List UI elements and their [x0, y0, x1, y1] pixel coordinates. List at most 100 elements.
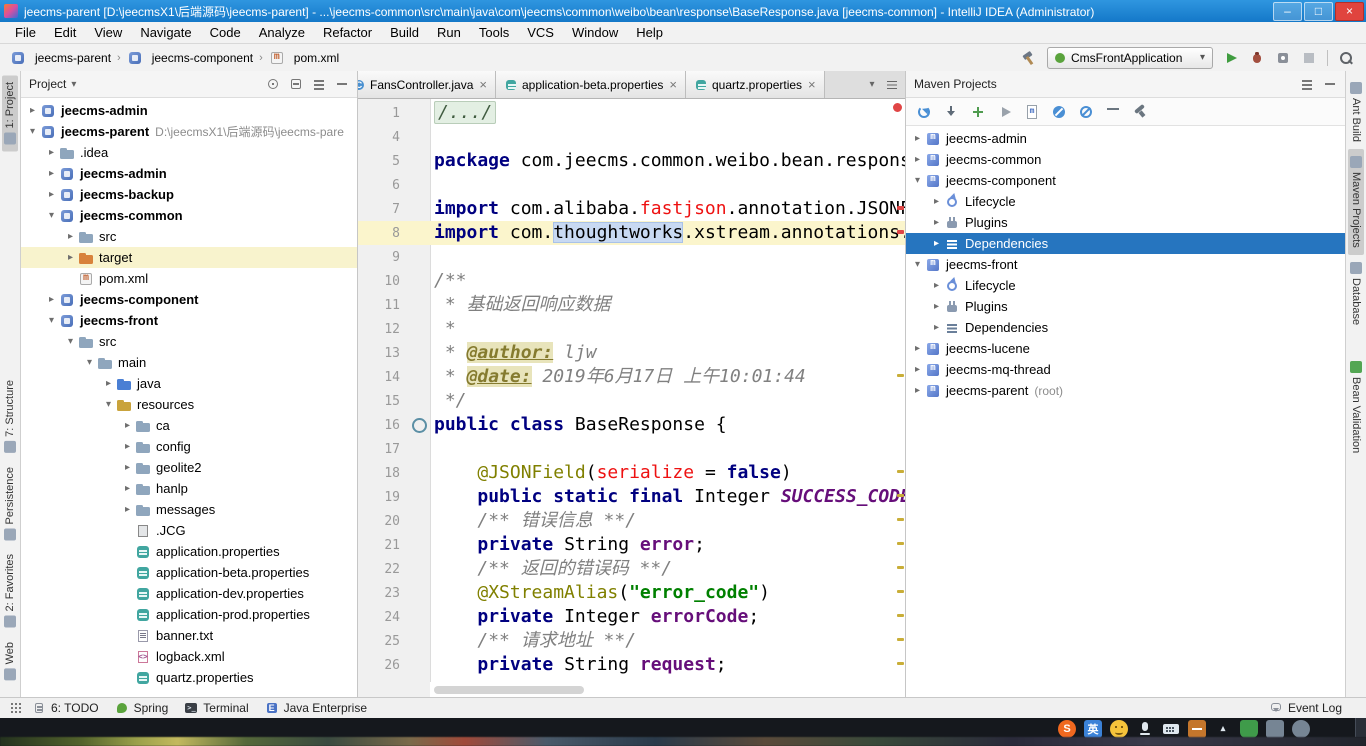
debug-button[interactable]: [1249, 50, 1265, 66]
overrides-marker-icon[interactable]: [412, 418, 427, 433]
hidden-tabs-icon[interactable]: ▾: [865, 78, 879, 92]
coverage-button[interactable]: [1275, 50, 1291, 66]
code-line-11[interactable]: 11 * 基础返回响应数据: [358, 293, 905, 317]
chevron-collapsed-icon[interactable]: ▸: [929, 322, 944, 333]
project-tree-item-main[interactable]: ▾main: [21, 352, 357, 373]
maven-tree-item-jeecms-front[interactable]: ▾jeecms-front: [906, 254, 1345, 275]
minimize-button[interactable]: –: [1273, 2, 1302, 21]
close-button[interactable]: ×: [1335, 2, 1364, 21]
menu-file[interactable]: File: [6, 25, 45, 40]
locate-file-icon[interactable]: [266, 77, 280, 91]
menu-view[interactable]: View: [85, 25, 131, 40]
warning-stripe-mark[interactable]: [897, 542, 904, 545]
code-line-21[interactable]: 21 private String error;: [358, 533, 905, 557]
code-editor[interactable]: 1/.../45package com.jeecms.common.weibo.…: [358, 99, 905, 697]
chevron-collapsed-icon[interactable]: ▸: [44, 168, 59, 179]
code-line-9[interactable]: 9: [358, 245, 905, 269]
code-line-18[interactable]: 18 @JSONField(serialize = false): [358, 461, 905, 485]
keyboard-icon[interactable]: [1162, 720, 1180, 738]
search-everywhere-icon[interactable]: [1338, 50, 1354, 66]
tool-button-7-structure[interactable]: 7: Structure: [2, 373, 18, 460]
menu-tools[interactable]: Tools: [470, 25, 518, 40]
project-tree-item-target[interactable]: ▸target: [21, 247, 357, 268]
run-goal-icon[interactable]: [996, 103, 1014, 121]
chevron-collapsed-icon[interactable]: ▸: [120, 483, 135, 494]
maven-tree-item-jeecms-admin[interactable]: ▸jeecms-admin: [906, 128, 1345, 149]
chevron-collapsed-icon[interactable]: ▸: [44, 294, 59, 305]
project-tree-item-src[interactable]: ▸src: [21, 226, 357, 247]
breadcrumb-jeecms-component[interactable]: jeecms-component: [127, 50, 253, 66]
editor-tab-fanscontroller-java[interactable]: FansController.java×: [358, 71, 496, 98]
maven-tree-item-jeecms-mq-thread[interactable]: ▸jeecms-mq-thread: [906, 359, 1345, 380]
menu-navigate[interactable]: Navigate: [131, 25, 200, 40]
chevron-collapsed-icon[interactable]: ▸: [929, 217, 944, 228]
chevron-expanded-icon[interactable]: ▾: [44, 210, 59, 221]
project-tree-item-config[interactable]: ▸config: [21, 436, 357, 457]
project-tree-item-resources[interactable]: ▾resources: [21, 394, 357, 415]
project-tree-item-jeecms-admin[interactable]: ▸jeecms-admin: [21, 100, 357, 121]
maximize-button[interactable]: □: [1304, 2, 1333, 21]
toggle-offline-icon[interactable]: [1050, 103, 1068, 121]
warning-stripe-mark[interactable]: [897, 638, 904, 641]
chevron-collapsed-icon[interactable]: ▸: [120, 504, 135, 515]
menu-run[interactable]: Run: [428, 25, 470, 40]
tab-list-icon[interactable]: [885, 78, 899, 92]
project-tree-item-jeecms-component[interactable]: ▸jeecms-component: [21, 289, 357, 310]
editor-tab-quartz-properties[interactable]: quartz.properties×: [686, 71, 825, 98]
tab-close-icon[interactable]: ×: [808, 77, 816, 92]
menu-build[interactable]: Build: [381, 25, 428, 40]
horizontal-scrollbar[interactable]: [430, 682, 895, 697]
menu-window[interactable]: Window: [563, 25, 627, 40]
maven-tree-item-lifecycle[interactable]: ▸Lifecycle: [906, 275, 1345, 296]
emoji-icon[interactable]: [1110, 720, 1128, 738]
maven-tree-item-plugins[interactable]: ▸Plugins: [906, 212, 1345, 233]
code-line-5[interactable]: 5package com.jeecms.common.weibo.bean.re…: [358, 149, 905, 173]
menu-vcs[interactable]: VCS: [518, 25, 563, 40]
code-line-8[interactable]: 8import com.thoughtworks.xstream.annotat…: [358, 221, 905, 245]
chevron-collapsed-icon[interactable]: ▸: [929, 238, 944, 249]
code-line-22[interactable]: 22 /** 返回的错误码 **/: [358, 557, 905, 581]
chevron-expanded-icon[interactable]: ▾: [910, 259, 925, 270]
project-tree-item-messages[interactable]: ▸messages: [21, 499, 357, 520]
chevron-collapsed-icon[interactable]: ▸: [63, 231, 78, 242]
code-line-25[interactable]: 25 /** 请求地址 **/: [358, 629, 905, 653]
tool-button-bean-validation[interactable]: Bean Validation: [1348, 354, 1364, 460]
chevron-collapsed-icon[interactable]: ▸: [101, 378, 116, 389]
project-tree-item-application-prod-properties[interactable]: application-prod.properties: [21, 604, 357, 625]
code-line-7[interactable]: 7import com.alibaba.fastjson.annotation.…: [358, 197, 905, 221]
menu-refactor[interactable]: Refactor: [314, 25, 381, 40]
download-sources-icon[interactable]: [942, 103, 960, 121]
tool-button-persistence[interactable]: Persistence: [2, 460, 18, 547]
tool-button-database[interactable]: Database: [1348, 255, 1364, 332]
code-line-20[interactable]: 20 /** 错误信息 **/: [358, 509, 905, 533]
stop-button[interactable]: [1301, 50, 1317, 66]
code-line-14[interactable]: 14 * @date: 2019年6月17日 上午10:01:44: [358, 365, 905, 389]
chevron-expanded-icon[interactable]: ▾: [82, 357, 97, 368]
code-line-4[interactable]: 4: [358, 125, 905, 149]
project-tree-item-geolite2[interactable]: ▸geolite2: [21, 457, 357, 478]
settings-icon[interactable]: [312, 77, 326, 91]
status-item-event-log[interactable]: Event Log: [1269, 701, 1342, 715]
collapse-all-icon[interactable]: [289, 77, 303, 91]
maven-tree-item-jeecms-common[interactable]: ▸jeecms-common: [906, 149, 1345, 170]
project-tree-item-application-dev-properties[interactable]: application-dev.properties: [21, 583, 357, 604]
chevron-collapsed-icon[interactable]: ▸: [44, 189, 59, 200]
error-stripe-mark[interactable]: [897, 230, 904, 234]
filter-icon[interactable]: [1104, 103, 1122, 121]
tool-button-1-project[interactable]: 1: Project: [2, 75, 18, 151]
chevron-collapsed-icon[interactable]: ▸: [63, 252, 78, 263]
project-tree-item-src[interactable]: ▾src: [21, 331, 357, 352]
maven-tree-item-jeecms-parent[interactable]: ▸jeecms-parent(root): [906, 380, 1345, 401]
show-goal-icon[interactable]: [1023, 103, 1041, 121]
breadcrumb-pom-xml[interactable]: pom.xml: [269, 50, 339, 66]
refresh-icon[interactable]: [915, 103, 933, 121]
chevron-collapsed-icon[interactable]: ▸: [120, 420, 135, 431]
chevron-expanded-icon[interactable]: ▾: [25, 126, 40, 137]
code-line-23[interactable]: 23 @XStreamAlias("error_code"): [358, 581, 905, 605]
status-item-terminal[interactable]: Terminal: [184, 701, 248, 715]
build-hammer-icon[interactable]: [1021, 50, 1037, 66]
project-tree-item-application-properties[interactable]: application.properties: [21, 541, 357, 562]
warning-stripe-mark[interactable]: [897, 566, 904, 569]
run-button[interactable]: [1223, 50, 1239, 66]
maven-tree-item-dependencies[interactable]: ▸Dependencies: [906, 233, 1345, 254]
